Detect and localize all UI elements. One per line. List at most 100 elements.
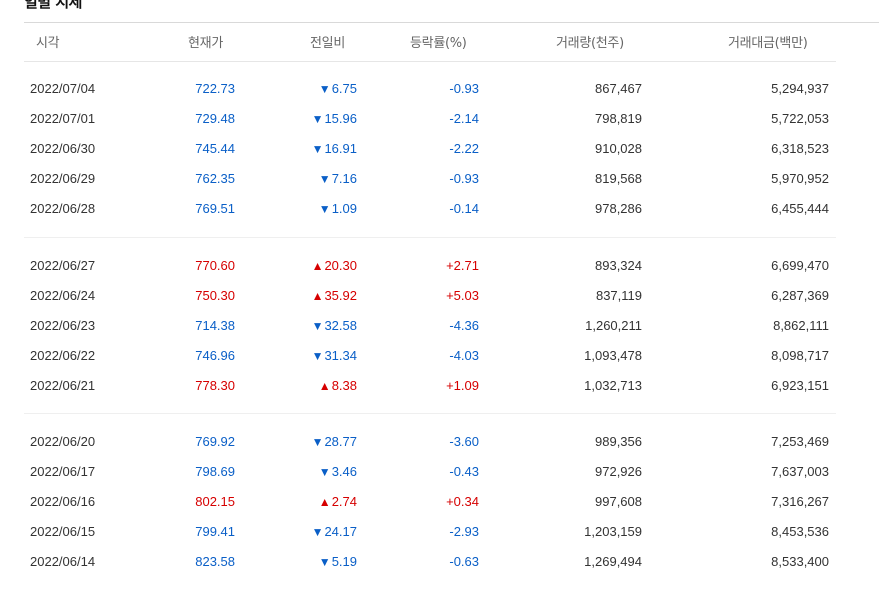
date-cell: 2022/06/30 bbox=[30, 141, 96, 156]
date-cell: 2022/06/24 bbox=[30, 288, 96, 303]
date-cell: 2022/06/20 bbox=[30, 434, 96, 449]
rate-cell: -0.63 bbox=[449, 554, 479, 569]
price-cell: 802.15 bbox=[195, 494, 235, 509]
triangle-up-icon: ▲ bbox=[318, 379, 331, 393]
date-cell: 2022/06/23 bbox=[30, 318, 96, 333]
amount-cell: 7,316,267 bbox=[771, 494, 829, 509]
date-cell: 2022/07/04 bbox=[30, 81, 96, 96]
change-cell: ▼6.75 bbox=[319, 80, 357, 98]
triangle-down-icon: ▼ bbox=[318, 172, 331, 186]
triangle-down-icon: ▼ bbox=[318, 465, 331, 479]
volume-cell: 867,467 bbox=[595, 81, 642, 96]
triangle-down-icon: ▼ bbox=[311, 142, 324, 156]
triangle-down-icon: ▼ bbox=[311, 349, 324, 363]
amount-cell: 7,253,469 bbox=[771, 434, 829, 449]
date-cell: 2022/06/22 bbox=[30, 348, 96, 363]
price-cell: 769.92 bbox=[195, 434, 235, 449]
volume-cell: 997,608 bbox=[595, 494, 642, 509]
amount-cell: 8,862,111 bbox=[773, 318, 829, 333]
triangle-up-icon: ▲ bbox=[311, 259, 324, 273]
change-value: 3.46 bbox=[331, 464, 357, 479]
group-divider bbox=[24, 413, 836, 414]
change-value: 5.19 bbox=[331, 554, 357, 569]
price-cell: 823.58 bbox=[195, 554, 235, 569]
header-price: 현재가 bbox=[188, 36, 223, 51]
change-cell: ▼24.17 bbox=[312, 523, 357, 541]
change-value: 20.30 bbox=[324, 258, 357, 273]
rate-cell: -2.93 bbox=[449, 524, 479, 539]
change-value: 16.91 bbox=[324, 141, 357, 156]
change-cell: ▼7.16 bbox=[319, 170, 357, 188]
rate-cell: -0.14 bbox=[449, 201, 479, 216]
triangle-down-icon: ▼ bbox=[311, 112, 324, 126]
volume-cell: 1,203,159 bbox=[584, 524, 642, 539]
price-cell: 750.30 bbox=[195, 288, 235, 303]
triangle-up-icon: ▲ bbox=[311, 289, 324, 303]
rate-cell: -4.36 bbox=[449, 318, 479, 333]
group-divider bbox=[24, 237, 836, 238]
volume-cell: 893,324 bbox=[595, 258, 642, 273]
volume-cell: 1,093,478 bbox=[584, 348, 642, 363]
change-value: 35.92 bbox=[324, 288, 357, 303]
triangle-down-icon: ▼ bbox=[311, 319, 324, 333]
change-value: 6.75 bbox=[331, 81, 357, 96]
amount-cell: 8,098,717 bbox=[771, 348, 829, 363]
price-cell: 798.69 bbox=[195, 464, 235, 479]
amount-cell: 8,453,536 bbox=[771, 524, 829, 539]
triangle-down-icon: ▼ bbox=[311, 435, 324, 449]
amount-cell: 6,923,151 bbox=[771, 378, 829, 393]
volume-cell: 819,568 bbox=[595, 171, 642, 186]
change-value: 24.17 bbox=[324, 524, 357, 539]
rate-cell: +1.09 bbox=[446, 378, 479, 393]
triangle-up-icon: ▲ bbox=[318, 495, 331, 509]
date-cell: 2022/06/15 bbox=[30, 524, 96, 539]
amount-cell: 6,287,369 bbox=[771, 288, 829, 303]
volume-cell: 972,926 bbox=[595, 464, 642, 479]
rate-cell: -2.22 bbox=[449, 141, 479, 156]
change-value: 8.38 bbox=[331, 378, 357, 393]
date-cell: 2022/07/01 bbox=[30, 111, 96, 126]
change-cell: ▲8.38 bbox=[319, 377, 357, 395]
volume-cell: 798,819 bbox=[595, 111, 642, 126]
header-divider bbox=[24, 61, 836, 62]
triangle-down-icon: ▼ bbox=[318, 555, 331, 569]
change-cell: ▼5.19 bbox=[319, 553, 357, 571]
rate-cell: -2.14 bbox=[449, 111, 479, 126]
change-cell: ▼3.46 bbox=[319, 463, 357, 481]
change-value: 28.77 bbox=[324, 434, 357, 449]
volume-cell: 989,356 bbox=[595, 434, 642, 449]
change-cell: ▼32.58 bbox=[312, 317, 357, 335]
triangle-down-icon: ▼ bbox=[318, 82, 331, 96]
title-divider bbox=[24, 22, 879, 23]
price-cell: 799.41 bbox=[195, 524, 235, 539]
header-date: 시각 bbox=[36, 36, 60, 51]
change-cell: ▼1.09 bbox=[319, 200, 357, 218]
price-cell: 729.48 bbox=[195, 111, 235, 126]
rate-cell: -0.43 bbox=[449, 464, 479, 479]
change-cell: ▼16.91 bbox=[312, 140, 357, 158]
change-cell: ▼15.96 bbox=[312, 110, 357, 128]
change-value: 32.58 bbox=[324, 318, 357, 333]
rate-cell: -0.93 bbox=[449, 171, 479, 186]
amount-cell: 5,294,937 bbox=[771, 81, 829, 96]
change-value: 2.74 bbox=[331, 494, 357, 509]
change-value: 31.34 bbox=[324, 348, 357, 363]
change-cell: ▼28.77 bbox=[312, 433, 357, 451]
volume-cell: 910,028 bbox=[595, 141, 642, 156]
volume-cell: 1,032,713 bbox=[584, 378, 642, 393]
date-cell: 2022/06/27 bbox=[30, 258, 96, 273]
header-volume: 거래량(천주) bbox=[556, 36, 624, 51]
change-value: 1.09 bbox=[331, 201, 357, 216]
change-cell: ▲2.74 bbox=[319, 493, 357, 511]
price-cell: 745.44 bbox=[195, 141, 235, 156]
date-cell: 2022/06/16 bbox=[30, 494, 96, 509]
amount-cell: 6,455,444 bbox=[771, 201, 829, 216]
triangle-down-icon: ▼ bbox=[311, 525, 324, 539]
date-cell: 2022/06/21 bbox=[30, 378, 96, 393]
date-cell: 2022/06/28 bbox=[30, 201, 96, 216]
price-cell: 722.73 bbox=[195, 81, 235, 96]
change-value: 15.96 bbox=[324, 111, 357, 126]
rate-cell: +5.03 bbox=[446, 288, 479, 303]
change-cell: ▼31.34 bbox=[312, 347, 357, 365]
rate-cell: -3.60 bbox=[449, 434, 479, 449]
